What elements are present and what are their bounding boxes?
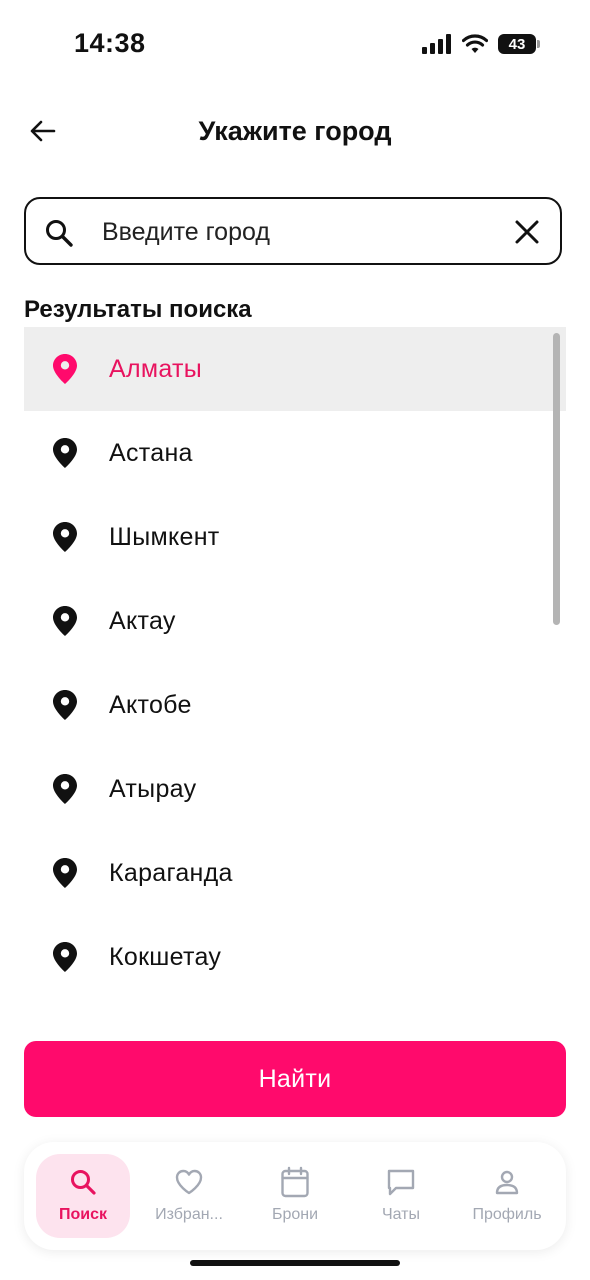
list-item[interactable]: Алматы	[24, 327, 566, 411]
map-pin-icon	[53, 942, 77, 972]
clear-button[interactable]	[512, 217, 542, 247]
tab-chats[interactable]: Чаты	[354, 1154, 448, 1238]
chat-icon	[387, 1169, 415, 1196]
map-pin-icon	[53, 690, 77, 720]
map-pin-icon	[53, 606, 77, 636]
map-pin-icon	[53, 438, 77, 468]
list-item[interactable]: Шымкент	[24, 495, 566, 579]
tab-search[interactable]: Поиск	[36, 1154, 130, 1238]
tab-label: Избран...	[155, 1206, 223, 1223]
calendar-icon	[281, 1166, 309, 1198]
tab-label: Брони	[271, 1206, 319, 1223]
status-icons: 43	[422, 33, 540, 55]
wifi-icon	[462, 34, 488, 53]
home-indicator	[190, 1260, 400, 1266]
user-icon	[495, 1170, 519, 1195]
list-item-label: Атырау	[109, 774, 197, 803]
list-item[interactable]: Актобе	[24, 663, 566, 747]
tab-bookings[interactable]: Брони	[248, 1154, 342, 1238]
battery-level: 43	[498, 34, 536, 54]
list-item-label: Кокшетау	[109, 942, 222, 971]
search-icon	[71, 1170, 96, 1195]
list-item-label: Караганда	[109, 858, 233, 887]
scrollbar[interactable]	[553, 333, 560, 625]
list-item-label: Алматы	[109, 354, 203, 383]
heart-icon	[175, 1169, 203, 1195]
list-item[interactable]: Астана	[24, 411, 566, 495]
list-item-label: Астана	[109, 438, 193, 467]
close-icon	[515, 220, 539, 244]
list-item-label: Актобе	[109, 690, 192, 719]
map-pin-icon	[53, 858, 77, 888]
search-box	[24, 197, 562, 265]
tab-profile[interactable]: Профиль	[460, 1154, 554, 1238]
status-bar: 14:38 43	[0, 0, 590, 90]
tab-bar: Поиск Избран... Брони Чаты Профиль	[24, 1142, 566, 1250]
header: Укажите город	[0, 100, 590, 166]
results-list: Алматы Астана Шымкент Актау Актобе Атыра…	[24, 327, 566, 1007]
results-heading: Результаты поиска	[24, 296, 252, 323]
tab-label: Профиль	[472, 1206, 542, 1223]
search-input[interactable]	[102, 213, 492, 251]
map-pin-icon	[53, 522, 77, 552]
list-item-label: Шымкент	[109, 522, 220, 551]
tab-label: Чаты	[381, 1206, 421, 1223]
battery-icon: 43	[498, 34, 540, 54]
signal-icon	[422, 34, 451, 54]
list-item[interactable]: Караганда	[24, 831, 566, 915]
find-button[interactable]: Найти	[24, 1041, 566, 1117]
tab-label: Поиск	[58, 1206, 107, 1223]
list-item-label: Актау	[109, 606, 176, 635]
status-time: 14:38	[74, 28, 146, 58]
list-item[interactable]: Кокшетау	[24, 915, 566, 999]
tab-favorites[interactable]: Избран...	[142, 1154, 236, 1238]
list-item[interactable]: Атырау	[24, 747, 566, 831]
map-pin-icon	[53, 354, 77, 384]
search-icon	[46, 220, 73, 247]
map-pin-icon	[53, 774, 77, 804]
list-item[interactable]: Актау	[24, 579, 566, 663]
page-title: Укажите город	[198, 116, 392, 146]
